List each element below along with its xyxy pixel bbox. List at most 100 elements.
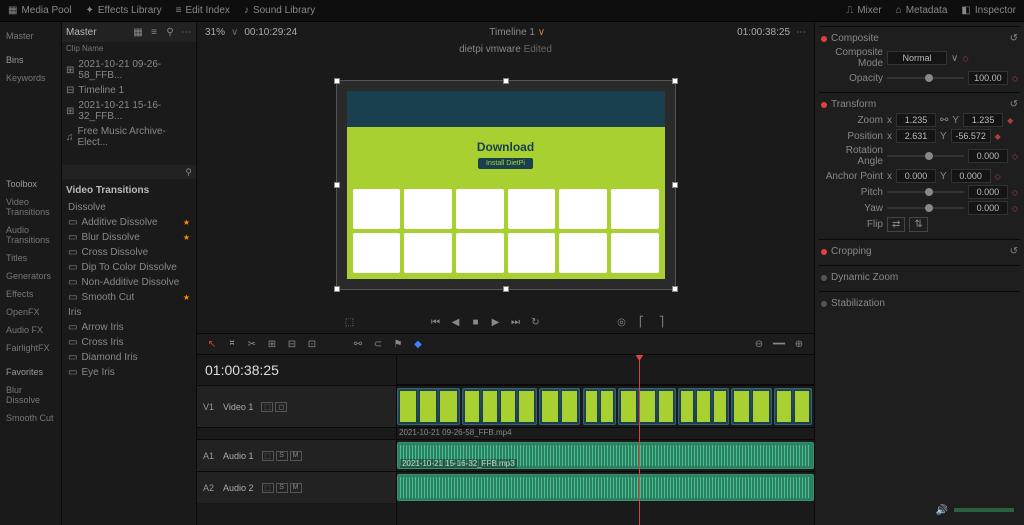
video-clip[interactable] [462,388,537,425]
keyframe-icon[interactable]: ◆ [1007,116,1013,125]
track-header-v1[interactable]: V1Video 1 ⬚◻ [197,385,396,427]
handle-tl[interactable] [334,78,340,84]
zoom-out-icon[interactable]: ⊖ [752,337,766,351]
fx-item[interactable]: ▭Cross Iris [64,335,194,350]
opacity-field[interactable]: 100.00 [968,71,1008,85]
yaw-field[interactable]: 0.000 [968,201,1008,215]
tab-mixer[interactable]: ⎍Mixer [846,5,881,16]
options-icon[interactable]: ⋯ [796,27,806,38]
fx-item[interactable]: ▭Diamond Iris [64,350,194,365]
stabilization-header[interactable]: Stabilization [821,296,1018,311]
selection-tool-icon[interactable]: ↖ [205,337,219,351]
audio-lane-2[interactable] [397,471,814,503]
pool-item[interactable]: ⊟Timeline 1 [64,83,194,98]
keyframe-icon[interactable]: ◇ [1012,74,1018,83]
mark-in-icon[interactable]: ⎡ [635,315,649,329]
lock-button[interactable]: ⬚ [262,483,274,493]
timeline-dropdown[interactable]: Timeline 1 [489,27,535,38]
fx-item[interactable]: ▭Blur Dissolve [64,230,194,245]
pitch-field[interactable]: 0.000 [968,185,1008,199]
zoom-slider[interactable]: ━━ [772,337,786,351]
transform-frame[interactable]: DownloadInstall DietPi [336,80,676,290]
handle-ml[interactable] [334,182,340,188]
flag-icon[interactable]: ⚑ [391,337,405,351]
fx-item[interactable]: ▭Non-Additive Dissolve [64,275,194,290]
pool-item[interactable]: ⊞2021-10-21 09-26-58_FFB... [64,57,194,83]
handle-bm[interactable] [503,286,509,292]
handle-bl[interactable] [334,286,340,292]
nav-bins[interactable]: Bins [4,52,57,68]
lock-button[interactable]: ⬚ [261,402,273,412]
next-button[interactable]: ⏭ [509,315,523,329]
pos-x-field[interactable]: 2.631 [896,129,936,143]
zoom-in-icon[interactable]: ⊕ [792,337,806,351]
volume-slider[interactable] [954,508,1014,512]
nav-effects[interactable]: Effects [4,286,57,302]
nav-favorites[interactable]: Favorites [4,364,57,380]
disable-button[interactable]: ◻ [275,402,287,412]
handle-tm[interactable] [503,78,509,84]
marker-icon[interactable]: ◆ [411,337,425,351]
audio-lane-1[interactable]: 2021-10-21 15-16-32_FFB.mp3 [397,439,814,471]
anchor-y-field[interactable]: 0.000 [951,169,991,183]
blade-tool-icon[interactable]: ✂ [245,337,259,351]
composite-header[interactable]: Composite↺ [821,31,1018,46]
cropping-header[interactable]: Cropping↺ [821,244,1018,259]
match-frame-icon[interactable]: ◎ [615,315,629,329]
audio-clip[interactable] [397,474,814,501]
keyframe-icon[interactable]: ◇ [1012,188,1018,197]
fx-item[interactable]: ▭Dip To Color Dissolve [64,260,194,275]
flip-v-button[interactable]: ⇅ [909,217,927,232]
reset-icon[interactable]: ↺ [1010,33,1018,44]
nav-audio-transitions[interactable]: Audio Transitions [4,222,57,248]
transform-mode-icon[interactable]: ⬚ [343,315,357,329]
speaker-icon[interactable]: 🔊 [936,505,948,516]
zoom-y-field[interactable]: 1.235 [963,113,1003,127]
tab-inspector[interactable]: ◧Inspector [961,5,1016,16]
play-button[interactable]: ▶ [489,315,503,329]
fx-item[interactable]: ▭Smooth Cut [64,290,194,305]
track-header-a1[interactable]: A1Audio 1 ⬚SM [197,439,396,471]
nav-openfx[interactable]: OpenFX [4,304,57,320]
nav-keywords[interactable]: Keywords [4,70,57,86]
insert-icon[interactable]: ⊞ [265,337,279,351]
video-clip[interactable] [774,388,812,425]
fx-item[interactable]: ▭Cross Dissolve [64,245,194,260]
audio-clip[interactable]: 2021-10-21 15-16-32_FFB.mp3 [397,442,814,469]
nav-toolbox[interactable]: Toolbox [4,176,57,192]
zoom-x-field[interactable]: 1.235 [896,113,936,127]
dynamic-zoom-header[interactable]: Dynamic Zoom [821,270,1018,285]
nav-titles[interactable]: Titles [4,250,57,266]
video-lane[interactable] [397,385,814,427]
tab-metadata[interactable]: ⌂Metadata [896,5,948,16]
video-clip[interactable] [539,388,581,425]
search-icon[interactable]: ⚲ [185,167,192,178]
video-clip[interactable] [583,388,616,425]
handle-tr[interactable] [672,78,678,84]
viewer[interactable]: DownloadInstall DietPi [197,58,814,311]
solo-button[interactable]: S [276,483,288,493]
nav-generators[interactable]: Generators [4,268,57,284]
nav-master[interactable]: Master [4,28,57,44]
pos-y-field[interactable]: -56.572 [951,129,991,143]
link-icon[interactable]: ⚯ [940,115,948,126]
track-header-a2[interactable]: A2Audio 2 ⬚SM [197,471,396,503]
keyframe-icon[interactable]: ◆ [995,132,1001,141]
video-clip[interactable] [731,388,773,425]
video-clip[interactable] [678,388,728,425]
nav-audiofx[interactable]: Audio FX [4,322,57,338]
rotation-slider[interactable] [887,155,964,157]
keyframe-icon[interactable]: ◇ [995,172,1001,181]
tab-sound-library[interactable]: ♪Sound Library [244,5,315,16]
nav-fav-blur-dissolve[interactable]: Blur Dissolve [4,382,57,408]
mute-button[interactable]: M [290,451,302,461]
timeline-body[interactable]: 2021-10-21 09-26-58_FFB.mp4 2021-10-21 1… [397,355,814,525]
link-icon[interactable]: ⚯ [351,337,365,351]
replace-icon[interactable]: ⊡ [305,337,319,351]
timeline-ruler[interactable] [397,355,814,385]
rotation-field[interactable]: 0.000 [968,149,1008,163]
nav-video-transitions[interactable]: Video Transitions [4,194,57,220]
pitch-slider[interactable] [887,191,964,193]
solo-button[interactable]: S [276,451,288,461]
fx-item[interactable]: ▭Eye Iris [64,365,194,380]
